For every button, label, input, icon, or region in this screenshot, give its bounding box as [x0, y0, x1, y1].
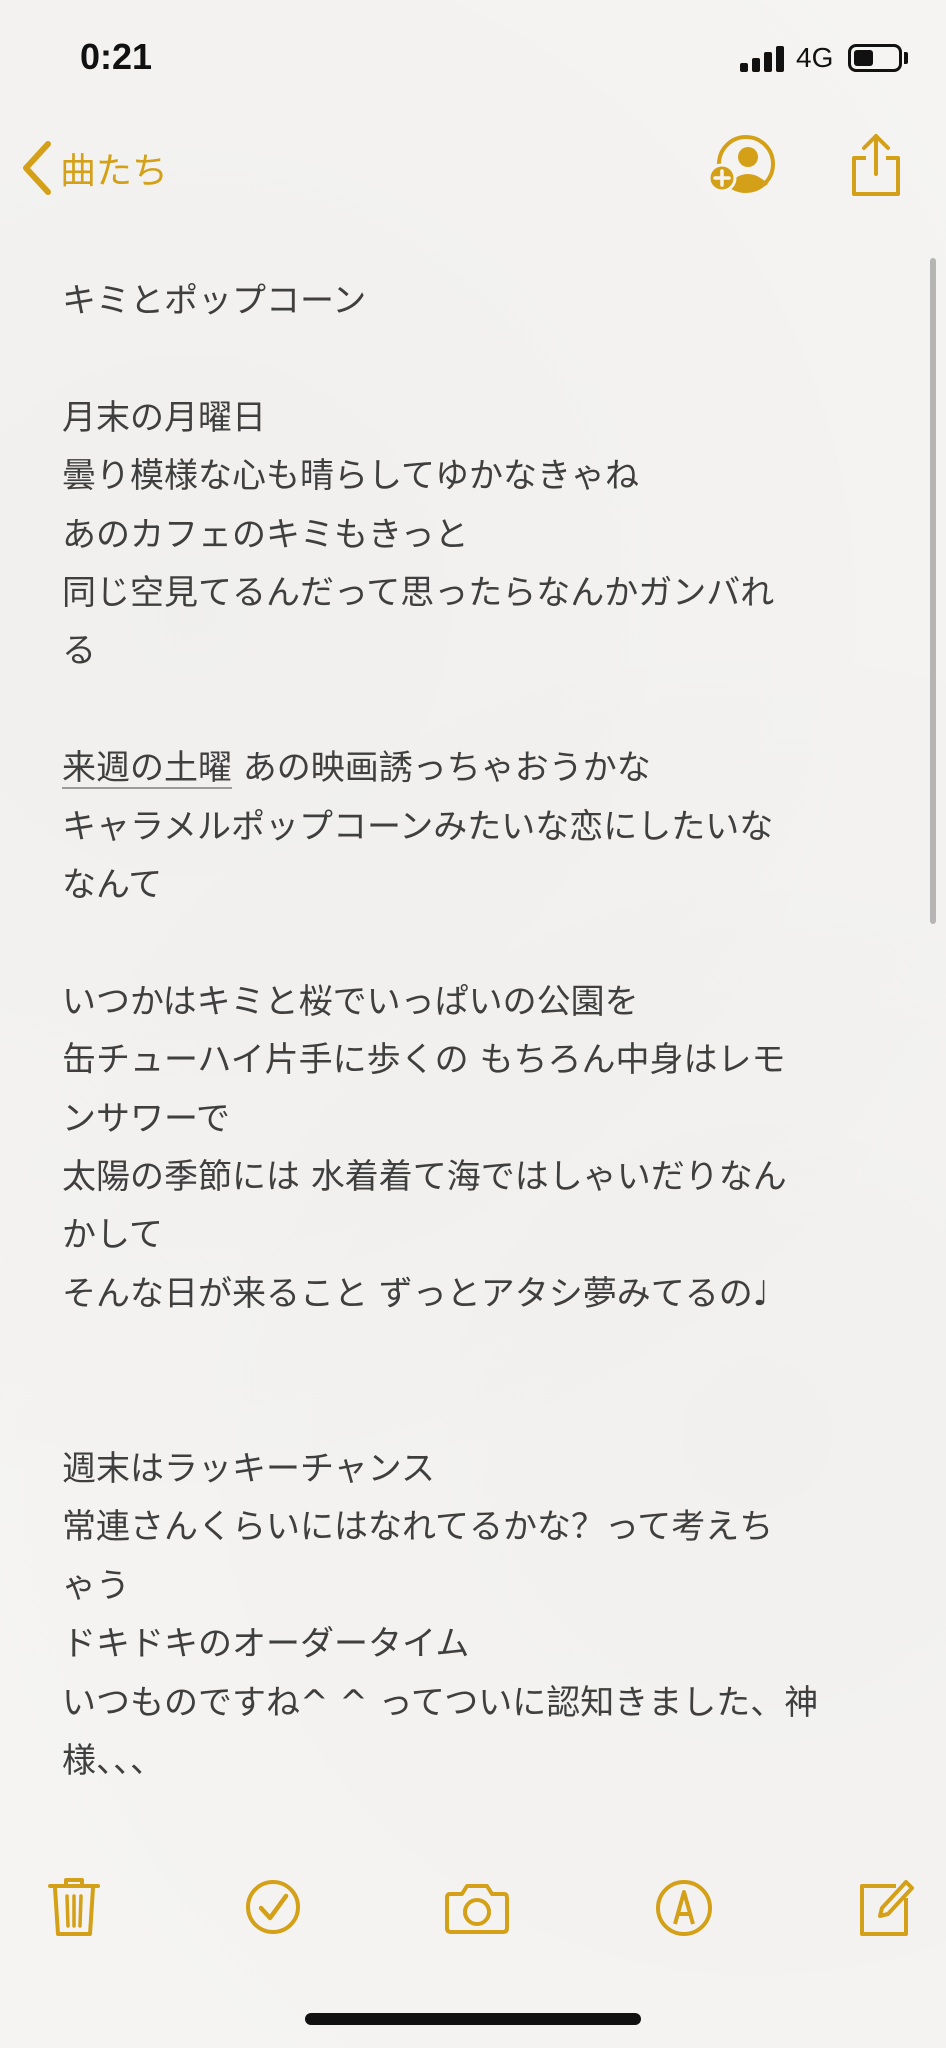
note-line: ドキドキのオーダータイム — [62, 1624, 470, 1665]
note-blank-line — [62, 1323, 882, 1381]
trash-icon[interactable] — [48, 1876, 100, 1938]
battery-icon — [848, 44, 902, 72]
note-blank-line — [62, 330, 882, 388]
home-indicator[interactable] — [305, 2013, 641, 2025]
network-type: 4G — [796, 42, 834, 73]
chevron-left-icon — [23, 141, 51, 195]
note-line: ンサワーで — [62, 1098, 230, 1139]
note-blank-line — [62, 914, 882, 972]
note-body[interactable]: キミとポップコーン 月末の月曜日曇り模様な心も晴らしてゆかなきゃね あのカフェのキ… — [62, 272, 882, 1790]
markup-icon[interactable] — [654, 1878, 714, 1938]
note-line: ゃう — [62, 1565, 130, 1606]
note-blank-line — [62, 681, 882, 739]
note-blank-line — [62, 1382, 882, 1440]
note-line: 缶チューハイ片手に歩くの もちろん中身はレモ — [62, 1040, 786, 1081]
note-title: キミとポップコーン — [62, 281, 367, 321]
note-line: 常連さんくらいにはなれてるかな？って考えち — [62, 1507, 774, 1548]
note-line: 曇り模様な心も晴らしてゆかなきゃね — [62, 456, 639, 497]
camera-icon[interactable] — [444, 1880, 510, 1936]
note-line: る — [62, 631, 96, 672]
battery-level — [854, 50, 873, 66]
note-line: かして — [62, 1215, 163, 1256]
add-people-icon[interactable] — [706, 132, 778, 196]
share-icon[interactable] — [848, 132, 904, 198]
note-line: いつものですね^ ^ ってついに認知きました、神 — [62, 1682, 819, 1723]
note-line-text: あの映画誘っちゃおうかな — [232, 748, 651, 789]
note-line-with-link: 来週の土曜 あの映画誘っちゃおうかな — [62, 739, 882, 797]
date-detected-link[interactable]: 来週の土曜 — [62, 748, 232, 788]
back-button[interactable]: 曲たち — [20, 138, 168, 198]
note-line: そんな日が来ること ずっとアタシ夢みてるの♩ — [62, 1273, 769, 1314]
status-bar: 0:21 4G — [0, 0, 946, 118]
note-line: 同じ空見てるんだって思ったらなんかガンバれ — [62, 573, 775, 614]
signal-icon — [740, 46, 788, 72]
note-line: キャラメルポップコーンみたいな恋にしたいな — [62, 806, 774, 847]
compose-icon[interactable] — [856, 1876, 916, 1938]
battery-cap — [904, 52, 908, 64]
back-button-label: 曲たち — [60, 151, 169, 192]
note-line: 月末の月曜日 — [62, 397, 266, 438]
note-line: 週末はラッキーチャンス — [62, 1449, 435, 1490]
note-line: いつかはキミと桜でいっぱいの公園を — [62, 981, 639, 1022]
checklist-icon[interactable] — [244, 1878, 302, 1936]
status-time: 0:21 — [80, 36, 153, 77]
scroll-indicator[interactable] — [930, 258, 936, 924]
note-line: 太陽の季節には 水着着て海ではしゃいだりなん — [62, 1157, 787, 1198]
note-line: なんて — [62, 865, 163, 906]
note-line: あのカフェのキミもきっと — [62, 514, 469, 555]
note-line: 様、、、 — [62, 1741, 164, 1782]
